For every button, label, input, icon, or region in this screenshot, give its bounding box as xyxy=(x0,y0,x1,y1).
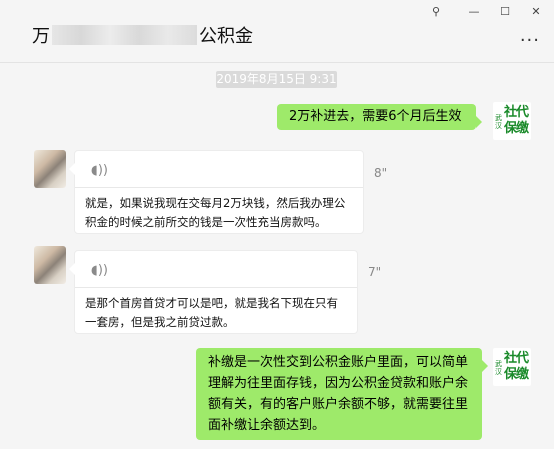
voice-wave-icon[interactable]: ◖)) xyxy=(91,161,108,180)
voice-transcript: 就是，如果说我现在交每月2万块钱，然后我办理公积金的时候之前所交的钱是一次性充当… xyxy=(85,196,346,229)
chat-title-suffix: 公积金 xyxy=(199,26,253,47)
chat-title-prefix: 万 xyxy=(32,26,50,47)
chat-title: 万 公积金 xyxy=(32,22,253,48)
avatar-logo-small: 武汉 xyxy=(495,360,502,376)
close-button[interactable]: ✕ xyxy=(524,2,548,22)
voice-wave-icon[interactable]: ◖)) xyxy=(91,261,108,280)
avatar-logo-small: 武汉 xyxy=(495,114,502,130)
contact-avatar[interactable] xyxy=(34,246,66,284)
voice-divider xyxy=(75,187,363,188)
redacted-name xyxy=(52,25,197,45)
voice-duration: 8" xyxy=(374,166,388,180)
minimize-button[interactable]: — xyxy=(462,2,486,22)
my-avatar[interactable]: 武汉 社代保缴 xyxy=(493,102,531,140)
avatar-logo-big: 社代保缴 xyxy=(504,105,529,136)
message-text: 补缴是一次性交到公积金账户里面，可以简单理解为往里面存钱，因为公积金贷款和账户余… xyxy=(208,355,469,433)
voice-duration: 7" xyxy=(368,265,382,279)
my-avatar[interactable]: 武汉 社代保缴 xyxy=(493,348,531,386)
message-text: 2万补进去，需要6个月后生效 xyxy=(289,109,462,124)
voice-transcript: 是那个首房首贷才可以是吧，就是我名下现在只有一套房，但是我之前贷过款。 xyxy=(85,296,338,329)
title-bar: ⚲ — ☐ ✕ 万 公积金 ··· xyxy=(0,0,554,63)
more-options-icon[interactable]: ··· xyxy=(520,30,540,51)
message-timestamp: 2019年8月15日 9:31 xyxy=(216,71,337,88)
voice-divider xyxy=(75,287,357,288)
maximize-button[interactable]: ☐ xyxy=(493,2,517,22)
avatar-logo-big: 社代保缴 xyxy=(504,351,529,382)
voice-message-bubble[interactable]: ◖)) 就是，如果说我现在交每月2万块钱，然后我办理公积金的时候之前所交的钱是一… xyxy=(69,150,364,234)
message-bubble-outgoing[interactable]: 2万补进去，需要6个月后生效 xyxy=(277,104,482,130)
message-bubble-outgoing[interactable]: 补缴是一次性交到公积金账户里面，可以简单理解为往里面存钱，因为公积金贷款和账户余… xyxy=(196,348,488,440)
contact-avatar[interactable] xyxy=(34,150,66,188)
pin-icon[interactable]: ⚲ xyxy=(424,2,448,22)
voice-message-bubble[interactable]: ◖)) 是那个首房首贷才可以是吧，就是我名下现在只有一套房，但是我之前贷过款。 xyxy=(69,250,358,334)
